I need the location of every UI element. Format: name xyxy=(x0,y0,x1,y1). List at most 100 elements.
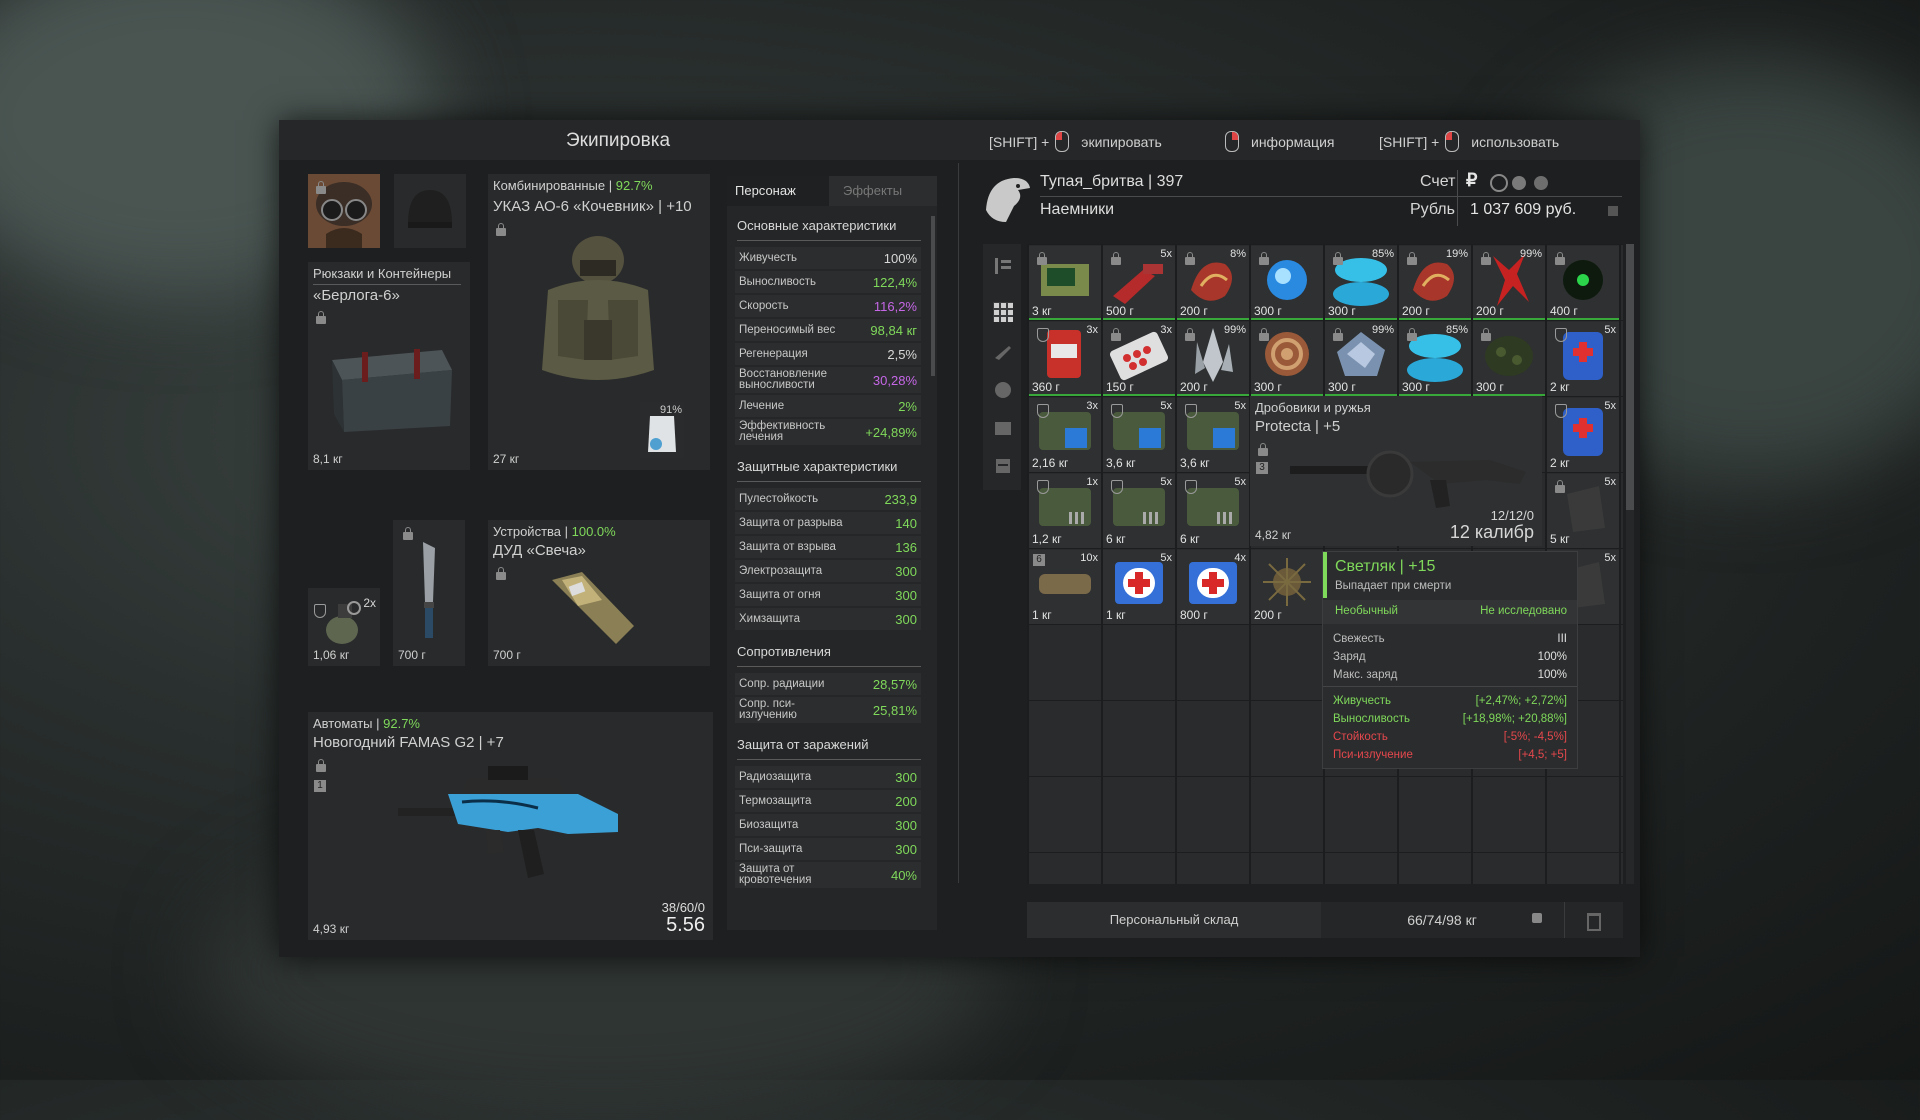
stat-name: Биозащита xyxy=(739,818,799,831)
balance: 1 037 609 руб. xyxy=(1470,201,1577,218)
inventory-item[interactable]: 85% 300 г xyxy=(1399,322,1471,396)
inventory-item[interactable]: 6 10x 1 кг xyxy=(1029,550,1101,624)
stat-name: Защита от взрыва xyxy=(739,540,836,553)
item-weight: 4,93 кг xyxy=(313,922,350,936)
tooltip-title: Светляк | +15 xyxy=(1335,558,1436,575)
stat-row: Восстановление выносливости 30,28% xyxy=(735,367,921,393)
rarity: Необычный xyxy=(1335,605,1398,617)
durability: 92.7% xyxy=(383,716,420,731)
tooltip-subtitle: Выпадает при смерти xyxy=(1335,580,1452,592)
inventory-item[interactable]: 5x 500 г xyxy=(1103,246,1175,320)
armor-slot[interactable]: Комбинированные | 92.7% УКАЗ АО-6 «Кочев… xyxy=(488,174,710,470)
grid-all-icon[interactable] xyxy=(993,302,1013,322)
medkit-filter-icon[interactable] xyxy=(993,418,1013,438)
tooltip-row: Живучесть [+2,47%; +2,72%] xyxy=(1323,692,1577,710)
artifact-filter-icon[interactable] xyxy=(993,380,1013,400)
stat-value: 300 xyxy=(895,841,917,857)
gear-currency-icon[interactable] xyxy=(1490,174,1508,192)
inventory-item[interactable]: 3x 360 г xyxy=(1029,322,1101,396)
stat-row: Биозащита 300 xyxy=(735,814,921,836)
stat-value: 2% xyxy=(898,398,917,414)
shield-icon xyxy=(1037,404,1049,418)
famas-rifle-icon xyxy=(398,766,618,878)
armor-suit-icon xyxy=(542,236,654,380)
stat-value: 200 xyxy=(895,793,917,809)
inventory-item[interactable]: 4x 800 г xyxy=(1177,550,1249,624)
tooltip-prop-value: [-5%; -4,5%] xyxy=(1503,731,1567,743)
info-icon[interactable] xyxy=(1608,206,1618,216)
shotgun-item[interactable]: Дробовики и ружья Protecta | +5 3 12/12/… xyxy=(1250,396,1542,546)
lock-icon xyxy=(1555,252,1565,265)
item-quantity: 5x xyxy=(1604,552,1616,564)
device-slot[interactable]: Устройства | 100.0% ДУД «Свеча» 700 г xyxy=(488,520,710,666)
face-slot[interactable] xyxy=(308,174,380,248)
item-name: ДУД «Свеча» xyxy=(493,542,586,559)
tab-effects[interactable]: Эффекты xyxy=(835,176,902,206)
inventory-item[interactable]: 8% 200 г xyxy=(1177,246,1249,320)
inventory-item[interactable]: 5x 1 кг xyxy=(1103,550,1175,624)
item-weight: 300 г xyxy=(1328,380,1356,394)
inventory-scrollbar[interactable] xyxy=(1626,244,1634,884)
stat-value: 300 xyxy=(895,611,917,627)
stat-row: Защита от огня 300 xyxy=(735,584,921,606)
inventory-item[interactable]: 5x 6 кг xyxy=(1103,474,1175,548)
primary-weapon-slot[interactable]: Автоматы | 92.7% Новогодний FAMAS G2 | +… xyxy=(308,712,713,940)
stats-scrollbar[interactable] xyxy=(931,216,935,376)
inventory-item[interactable]: 1x 1,2 кг xyxy=(1029,474,1101,548)
stat-value: 40% xyxy=(890,867,917,883)
tooltip-prop-value: [+2,47%; +2,72%] xyxy=(1475,695,1567,707)
tooltip-prop-value: [+4,5; +5] xyxy=(1518,749,1567,761)
inventory-item[interactable]: 5x 2 кг xyxy=(1547,398,1619,472)
lock-icon xyxy=(1258,443,1268,456)
melee-slot[interactable]: 700 г xyxy=(393,520,465,666)
tab-character[interactable]: Персонаж xyxy=(727,176,796,206)
inventory-item[interactable]: 5x 3,6 кг xyxy=(1177,398,1249,472)
trash-icon[interactable] xyxy=(1587,913,1601,931)
tooltip-prop-value: [+18,98%; +20,88%] xyxy=(1462,713,1567,725)
inventory-item[interactable]: 3x 150 г xyxy=(1103,322,1175,396)
inventory-item[interactable]: 400 г xyxy=(1547,246,1619,320)
inventory-item[interactable]: 99% 300 г xyxy=(1325,322,1397,396)
stat-row: Эффективность лечения +24,89% xyxy=(735,419,921,445)
stat-row: Пулестойкость 233,9 xyxy=(735,488,921,510)
inventory-item[interactable]: 5x 2 кг xyxy=(1547,322,1619,396)
lock-icon xyxy=(316,181,326,194)
inventory-item[interactable]: 99% 200 г xyxy=(1473,246,1545,320)
inventory-item[interactable]: 300 г xyxy=(1473,322,1545,396)
stat-name: Переносимый вес xyxy=(739,323,836,336)
slot-number-badge: 6 xyxy=(1033,554,1045,566)
shield-icon xyxy=(1555,328,1567,342)
stat-name: Защита от разрыва xyxy=(739,516,843,529)
misc-filter-icon[interactable] xyxy=(993,456,1013,476)
backpack-slot[interactable]: Рюкзаки и Контейнеры «Берлога-6» 8,1 кг xyxy=(308,262,470,470)
inventory-item[interactable]: 85% 300 г xyxy=(1325,246,1397,320)
inventory-item[interactable]: 300 г xyxy=(1251,246,1323,320)
sort-icon[interactable] xyxy=(993,256,1013,276)
inventory-item[interactable]: 3x 2,16 кг xyxy=(1029,398,1101,472)
stat-name: Пси-защита xyxy=(739,842,803,855)
inventory-item[interactable]: 3 кг xyxy=(1029,246,1101,320)
item-weight: 200 г xyxy=(1180,380,1208,394)
lock-icon xyxy=(316,759,326,772)
inventory-item[interactable]: 300 г xyxy=(1251,322,1323,396)
token-icon[interactable] xyxy=(1534,176,1548,190)
personal-storage-button[interactable]: Персональный склад xyxy=(1027,902,1321,938)
inventory-item[interactable]: 99% 200 г xyxy=(1177,322,1249,396)
tooltip-prop-name: Стойкость xyxy=(1333,731,1388,743)
grenade-slot[interactable]: 2x 1,06 кг xyxy=(308,588,380,666)
lock-icon xyxy=(1407,252,1417,265)
inventory-item[interactable]: 19% 200 г xyxy=(1399,246,1471,320)
stat-value: 233,9 xyxy=(884,491,917,507)
item-quantity: 5x xyxy=(1160,476,1172,488)
ruble-icon[interactable]: ₽ xyxy=(1466,170,1477,191)
helmet-slot[interactable] xyxy=(394,174,466,248)
inventory-item[interactable]: 200 г xyxy=(1251,550,1323,624)
stat-name: Пулестойкость xyxy=(739,492,819,505)
inventory-item[interactable]: 5x 5 кг xyxy=(1547,474,1619,548)
research-status: Не исследовано xyxy=(1480,605,1567,617)
inventory-item[interactable]: 5x 6 кг xyxy=(1177,474,1249,548)
inventory-item[interactable]: 5x 3,6 кг xyxy=(1103,398,1175,472)
coin-icon[interactable] xyxy=(1512,176,1526,190)
armor-container-slot[interactable]: 91% xyxy=(640,402,684,458)
weapon-filter-icon[interactable] xyxy=(993,342,1013,362)
